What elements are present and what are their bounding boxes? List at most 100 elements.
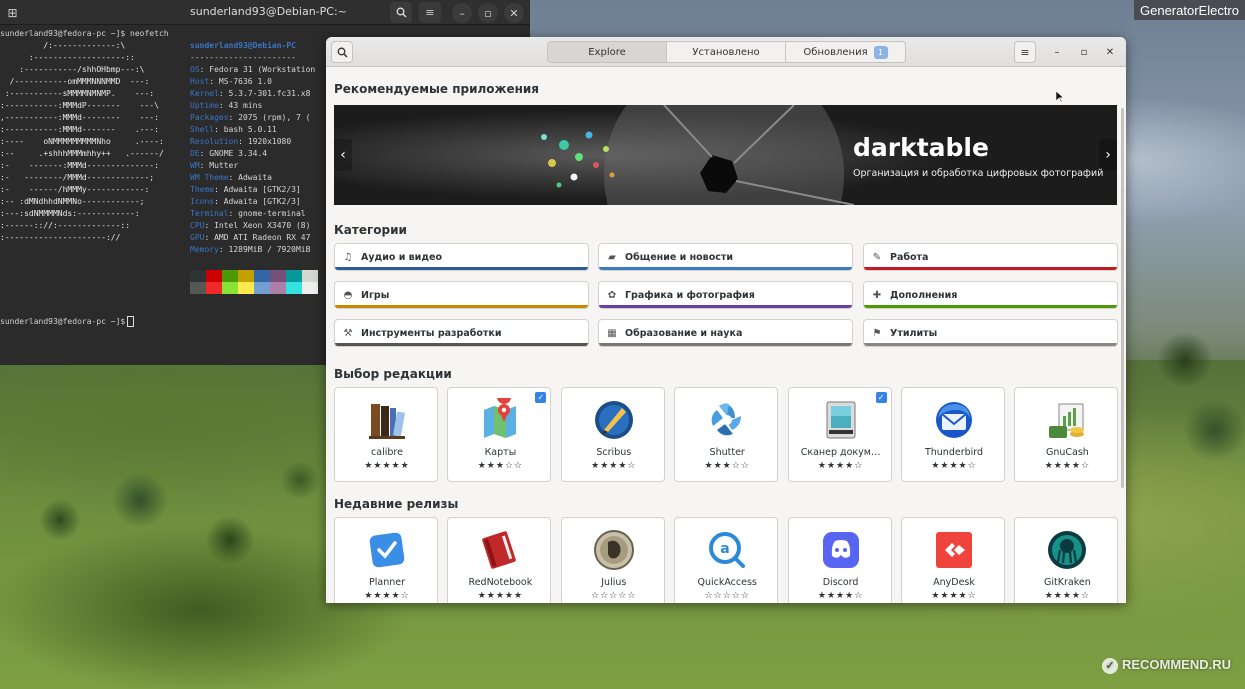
minimize-icon[interactable]: – xyxy=(1047,42,1067,62)
neofetch-info-value: 2075 (rpm), 7 ( xyxy=(238,113,311,122)
neofetch-info-row: Resolution: 1920x1080 xyxy=(190,136,291,148)
app-tile[interactable]: Thunderbird ★★★★☆ xyxy=(901,387,1005,482)
app-tile[interactable]: a QuickAccess ☆☆☆☆☆ xyxy=(674,517,779,603)
neofetch-info-key: WM Theme xyxy=(190,173,229,182)
main-menu-button[interactable]: ≡ xyxy=(1014,41,1036,63)
neofetch-logo-line: :-----------sMMMMNMNMP. ---: xyxy=(0,89,155,98)
close-icon[interactable]: ✕ xyxy=(1100,42,1120,62)
category-label: Работа xyxy=(890,251,929,263)
app-rating-stars: ★★★★☆ xyxy=(364,591,410,601)
app-tile[interactable]: Scribus ★★★★☆ xyxy=(560,387,665,482)
category-button[interactable]: ✎ Работа xyxy=(863,243,1118,271)
terminal-cursor xyxy=(127,316,135,327)
rednotebook-icon xyxy=(482,531,517,569)
app-rating-stars: ★★★★☆ xyxy=(931,591,977,601)
app-tile[interactable]: Planner ★★★★☆ xyxy=(334,517,438,603)
updates-count-badge: 1 xyxy=(873,45,888,59)
category-label: Аудио и видео xyxy=(361,251,442,263)
neofetch-info-value: Intel Xeon X3470 (8) xyxy=(214,221,311,230)
scrollbar[interactable] xyxy=(1121,108,1124,488)
category-button[interactable]: ▰ Общение и новости xyxy=(598,243,853,271)
app-name: Planner xyxy=(369,577,405,588)
app-tile[interactable]: GitKraken ★★★★☆ xyxy=(1014,517,1119,603)
terminal-close-icon[interactable]: ✕ xyxy=(504,3,524,23)
category-color-bar xyxy=(599,267,852,270)
thunderbird-icon xyxy=(936,402,972,438)
banner-prev-icon[interactable]: ‹ xyxy=(334,139,352,171)
neofetch-logo-line: /:-------------:\ xyxy=(0,41,126,50)
software-window[interactable]: Explore Установлено Обновления 1 ≡ – ▫ ✕ … xyxy=(326,37,1126,603)
neofetch-logo-line: :- --------/MMMd-------------; xyxy=(0,173,155,182)
tab-explore[interactable]: Explore xyxy=(548,42,667,62)
scribus-icon xyxy=(594,401,633,439)
app-name: QuickAccess xyxy=(697,577,757,588)
app-name: Карты xyxy=(484,447,517,458)
category-button[interactable]: ▦ Образование и наука xyxy=(598,319,853,347)
neofetch-logo-line: :-----------:MMMd------- .---: xyxy=(0,125,159,134)
app-tile[interactable]: RedNotebook ★★★★★ xyxy=(447,517,552,603)
category-button[interactable]: ⚒ Инструменты разработки xyxy=(334,319,589,347)
terminal-search-icon[interactable] xyxy=(390,2,412,23)
palette-swatch xyxy=(190,270,206,282)
tab-updates[interactable]: Обновления 1 xyxy=(786,42,905,62)
app-tile[interactable]: Julius ☆☆☆☆☆ xyxy=(560,517,665,603)
category-button[interactable]: ✿ Графика и фотография xyxy=(598,281,853,309)
neofetch-info-key: WM xyxy=(190,161,200,170)
neofetch-info-row: WM Theme: Adwaita xyxy=(190,172,272,184)
category-color-bar xyxy=(864,343,1117,346)
neofetch-info-value: MS-7636 1.0 xyxy=(218,77,272,86)
app-rating-stars: ☆☆☆☆☆ xyxy=(591,591,637,601)
category-button[interactable]: ♫ Аудио и видео xyxy=(334,243,589,271)
featured-banner[interactable]: ‹ › darktable Организация и обработка ци… xyxy=(334,105,1117,205)
explore-page[interactable]: Рекомендуемые приложения ‹ › darktable О… xyxy=(326,68,1126,603)
category-button[interactable]: ✚ Дополнения xyxy=(863,281,1118,309)
neofetch-info-colon: : xyxy=(199,149,210,158)
neofetch-info-colon: : xyxy=(218,245,229,254)
maximize-icon[interactable]: ▫ xyxy=(1074,42,1094,62)
terminal-header: ⊞ sunderland93@Debian-PC:~ ≡ – ▫ ✕ xyxy=(0,0,530,25)
tab-installed[interactable]: Установлено xyxy=(667,42,786,62)
category-color-bar xyxy=(864,305,1117,308)
banner-next-icon[interactable]: › xyxy=(1099,139,1117,171)
category-button[interactable]: ⚑ Утилиты xyxy=(863,319,1118,347)
banner-app-summary: Организация и обработка цифровых фотогра… xyxy=(853,168,1104,179)
gamepad-icon: ◓ xyxy=(343,289,353,301)
neofetch-logo-line: :-- :dMNdhhdNMMNo------------; xyxy=(0,197,145,206)
neofetch-info-colon: : xyxy=(228,173,239,182)
svg-text:a: a xyxy=(720,541,729,557)
app-rating-stars: ★★★★☆ xyxy=(591,461,637,471)
watermark-bottom: ✓ RECOMMEND.RU xyxy=(1101,657,1231,674)
app-name: calibre xyxy=(371,447,403,458)
terminal-maximize-icon[interactable]: ▫ xyxy=(478,3,498,23)
terminal-minimize-icon[interactable]: – xyxy=(452,3,472,23)
category-color-bar xyxy=(335,305,588,308)
app-tile[interactable]: AnyDesk ★★★★☆ xyxy=(901,517,1005,603)
neofetch-info-value: 5.3.7-301.fc31.x8 xyxy=(228,89,311,98)
neofetch-info-colon: : xyxy=(204,233,215,242)
view-switcher: Explore Установлено Обновления 1 xyxy=(547,41,906,63)
app-tile[interactable]: GnuCash ★★★★☆ xyxy=(1014,387,1119,482)
app-tile[interactable]: Discord ★★★★☆ xyxy=(787,517,892,603)
editors-section-title: Выбор редакции xyxy=(334,367,452,381)
app-tile[interactable]: Shutter ★★★☆☆ xyxy=(674,387,779,482)
neofetch-info-key: Icons xyxy=(190,197,215,206)
palette-swatch xyxy=(238,282,254,294)
search-button[interactable] xyxy=(331,41,353,63)
book-icon: ▦ xyxy=(607,327,617,339)
app-tile[interactable]: Сканер докум… ★★★★☆ ✓ xyxy=(787,387,892,482)
neofetch-info-value: Adwaita [GTK2/3] xyxy=(223,197,301,206)
gitkraken-icon xyxy=(1048,531,1087,569)
neofetch-info-row: Theme: Adwaita [GTK2/3] xyxy=(190,184,301,196)
terminal-menu-icon[interactable]: ≡ xyxy=(419,2,441,23)
app-tile[interactable]: Карты ★★★☆☆ ✓ xyxy=(447,387,552,482)
app-rating-stars: ★★★★★ xyxy=(477,591,524,601)
app-tile[interactable]: calibre ★★★★★ xyxy=(334,387,438,482)
category-button[interactable]: ◓ Игры xyxy=(334,281,589,309)
app-rating-stars: ★★★★☆ xyxy=(1044,461,1091,471)
neofetch-info-colon: : xyxy=(204,221,215,230)
terminal-title: sunderland93@Debian-PC:~ xyxy=(190,5,347,18)
palette-swatch xyxy=(286,270,302,282)
neofetch-logo-line: /-----------omMMMNNNMMD ---: xyxy=(0,77,150,86)
new-tab-icon[interactable]: ⊞ xyxy=(0,0,25,25)
palette-swatch xyxy=(302,282,318,294)
